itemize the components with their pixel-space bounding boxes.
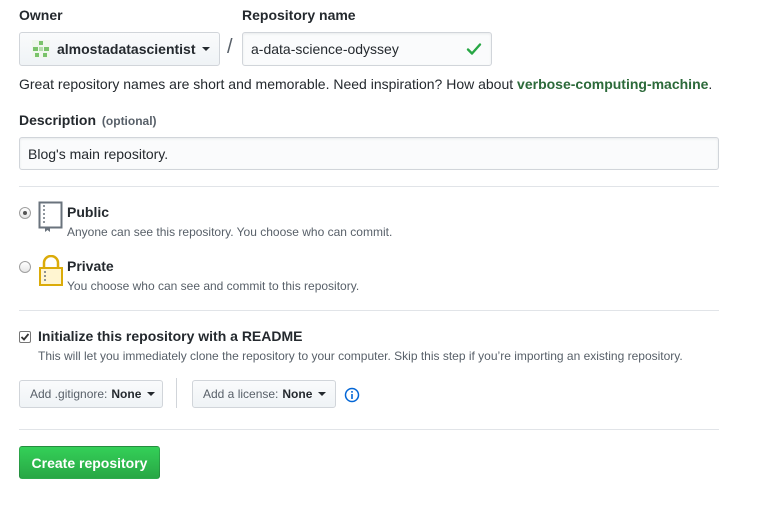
public-note: Anyone can see this repository. You choo…: [67, 225, 393, 239]
create-repository-button[interactable]: Create repository: [19, 446, 160, 479]
description-label: Description (optional): [19, 112, 157, 128]
check-icon: [466, 43, 482, 55]
description-label-text: Description: [19, 112, 97, 128]
owner-label: Owner: [19, 7, 63, 23]
optional-tag: (optional): [101, 114, 157, 128]
owner-select-button[interactable]: almostadatascientist: [19, 32, 220, 66]
suggested-name-link[interactable]: verbose-computing-machine: [517, 76, 708, 92]
owner-value: almostadatascientist: [57, 41, 196, 57]
chevron-down-icon: [201, 47, 210, 51]
hint-end: .: [708, 76, 713, 92]
divider: [19, 186, 719, 187]
repo-book-icon: [38, 201, 63, 232]
readme-title: Initialize this repository with a README: [38, 328, 303, 344]
gitignore-select-button[interactable]: Add .gitignore: None: [19, 380, 163, 408]
license-value: None: [282, 387, 313, 401]
vertical-divider: [176, 378, 177, 408]
description-input[interactable]: Blog's main repository.: [19, 137, 719, 170]
chevron-down-icon: [147, 392, 156, 396]
gitignore-value: None: [111, 387, 142, 401]
private-note: You choose who can see and commit to thi…: [67, 279, 360, 293]
repository-name-input[interactable]: a-data-science-odyssey: [242, 32, 492, 66]
lock-icon: [39, 255, 63, 286]
public-title: Public: [67, 204, 110, 220]
description-value: Blog's main repository.: [28, 145, 169, 162]
repository-name-value: a-data-science-odyssey: [251, 41, 399, 57]
repository-name-label: Repository name: [242, 7, 356, 23]
owner-repo-separator: /: [227, 36, 233, 58]
divider: [19, 429, 719, 430]
private-title: Private: [67, 258, 114, 274]
divider: [19, 310, 719, 311]
info-icon[interactable]: [344, 387, 360, 403]
license-select-button[interactable]: Add a license: None: [192, 380, 336, 408]
public-radio[interactable]: [19, 207, 31, 219]
private-radio[interactable]: [19, 261, 31, 273]
readme-checkbox[interactable]: [19, 331, 31, 343]
checkmark-icon: [20, 333, 30, 341]
gitignore-prefix: Add .gitignore:: [30, 387, 108, 401]
repository-name-hint: Great repository names are short and mem…: [19, 76, 712, 92]
hint-text: Great repository names are short and mem…: [19, 76, 518, 92]
owner-avatar-icon: [32, 40, 50, 58]
readme-note: This will let you immediately clone the …: [38, 349, 683, 363]
license-prefix: Add a license:: [203, 387, 279, 401]
chevron-down-icon: [318, 392, 327, 396]
